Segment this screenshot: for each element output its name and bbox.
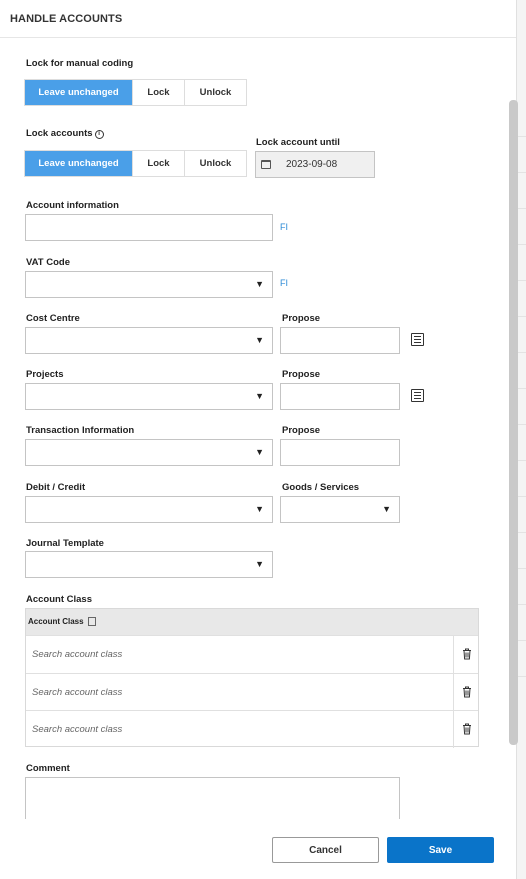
- calendar-icon: [261, 160, 271, 169]
- save-button[interactable]: Save: [387, 837, 494, 863]
- lock-accounts-segmented: Leave unchanged Lock Unlock: [24, 150, 247, 177]
- lock-manual-leave-unchanged-button[interactable]: Leave unchanged: [25, 80, 133, 105]
- projects-propose-label: Propose: [282, 369, 321, 380]
- vat-code-fi-link[interactable]: FI: [280, 278, 288, 288]
- comment-textarea[interactable]: [25, 777, 400, 819]
- account-class-row: Search account class: [26, 673, 478, 711]
- lock-accounts-unlock-button[interactable]: Unlock: [185, 151, 246, 176]
- trash-icon[interactable]: [462, 648, 472, 660]
- lock-manual-lock-button[interactable]: Lock: [133, 80, 185, 105]
- transaction-information-label: Transaction Information: [26, 425, 135, 436]
- info-icon[interactable]: i: [94, 130, 104, 139]
- cost-centre-propose-label: Propose: [282, 313, 321, 324]
- list-icon[interactable]: [411, 333, 424, 346]
- account-class-search-input[interactable]: Search account class: [32, 687, 122, 698]
- trash-icon[interactable]: [462, 686, 472, 698]
- lock-accounts-leave-unchanged-button[interactable]: Leave unchanged: [25, 151, 133, 176]
- cost-centre-label: Cost Centre: [26, 313, 80, 324]
- vat-code-select[interactable]: ▼: [25, 271, 273, 298]
- journal-template-label: Journal Template: [26, 538, 104, 549]
- account-class-label: Account Class: [26, 594, 92, 605]
- dropdown-caret-icon: ▼: [255, 391, 264, 401]
- projects-label: Projects: [26, 369, 64, 380]
- lock-until-date-value: 2023-09-08: [286, 159, 338, 170]
- account-class-table-header: Account Class: [26, 609, 478, 635]
- row-divider: [453, 674, 454, 711]
- debit-credit-label: Debit / Credit: [26, 482, 86, 493]
- row-divider: [453, 636, 454, 673]
- list-icon[interactable]: [411, 389, 424, 402]
- lock-accounts-label-text: Lock accounts: [26, 128, 93, 139]
- row-divider: [453, 711, 454, 748]
- account-information-fi-link[interactable]: FI: [280, 222, 288, 232]
- projects-select[interactable]: ▼: [25, 383, 273, 410]
- dropdown-caret-icon: ▼: [382, 504, 391, 514]
- dropdown-caret-icon: ▼: [255, 559, 264, 569]
- comment-label: Comment: [26, 763, 70, 774]
- dropdown-caret-icon: ▼: [255, 335, 264, 345]
- lock-manual-unlock-button[interactable]: Unlock: [185, 80, 246, 105]
- lock-accounts-label: Lock accounts i: [26, 128, 104, 139]
- lock-accounts-lock-button[interactable]: Lock: [133, 151, 185, 176]
- lock-until-date-field[interactable]: 2023-09-08: [255, 151, 375, 178]
- cost-centre-select[interactable]: ▼: [25, 327, 273, 354]
- dialog-title: HANDLE ACCOUNTS: [10, 13, 123, 25]
- handle-accounts-dialog: HANDLE ACCOUNTS Lock for manual coding L…: [0, 0, 516, 879]
- dropdown-caret-icon: ▼: [255, 279, 264, 289]
- lock-manual-label: Lock for manual coding: [26, 58, 134, 69]
- journal-template-select[interactable]: ▼: [25, 551, 273, 578]
- transaction-propose-label: Propose: [282, 425, 321, 436]
- account-class-search-input[interactable]: Search account class: [32, 724, 122, 735]
- dropdown-caret-icon: ▼: [255, 504, 264, 514]
- cost-centre-propose-input[interactable]: [280, 327, 400, 354]
- goods-services-select[interactable]: ▼: [280, 496, 400, 523]
- debit-credit-select[interactable]: ▼: [25, 496, 273, 523]
- lock-until-label: Lock account until: [256, 137, 340, 148]
- trash-icon[interactable]: [462, 723, 472, 735]
- dropdown-caret-icon: ▼: [255, 447, 264, 457]
- account-class-row: Search account class: [26, 710, 478, 748]
- transaction-propose-input[interactable]: [280, 439, 400, 466]
- account-information-input[interactable]: [25, 214, 273, 241]
- dialog-header: HANDLE ACCOUNTS: [0, 0, 516, 38]
- account-class-column-header: Account Class: [28, 617, 84, 626]
- lock-manual-segmented: Leave unchanged Lock Unlock: [24, 79, 247, 106]
- account-class-row: Search account class: [26, 635, 478, 673]
- projects-propose-input[interactable]: [280, 383, 400, 410]
- account-class-search-input[interactable]: Search account class: [32, 649, 122, 660]
- cancel-button[interactable]: Cancel: [272, 837, 379, 863]
- goods-services-label: Goods / Services: [282, 482, 360, 493]
- account-class-table: Account Class Search account class Searc…: [25, 608, 479, 748]
- scrollbar[interactable]: [509, 100, 518, 745]
- account-information-label: Account information: [26, 200, 119, 211]
- vat-code-label: VAT Code: [26, 257, 70, 268]
- transaction-information-select[interactable]: ▼: [25, 439, 273, 466]
- column-settings-icon[interactable]: [88, 617, 96, 626]
